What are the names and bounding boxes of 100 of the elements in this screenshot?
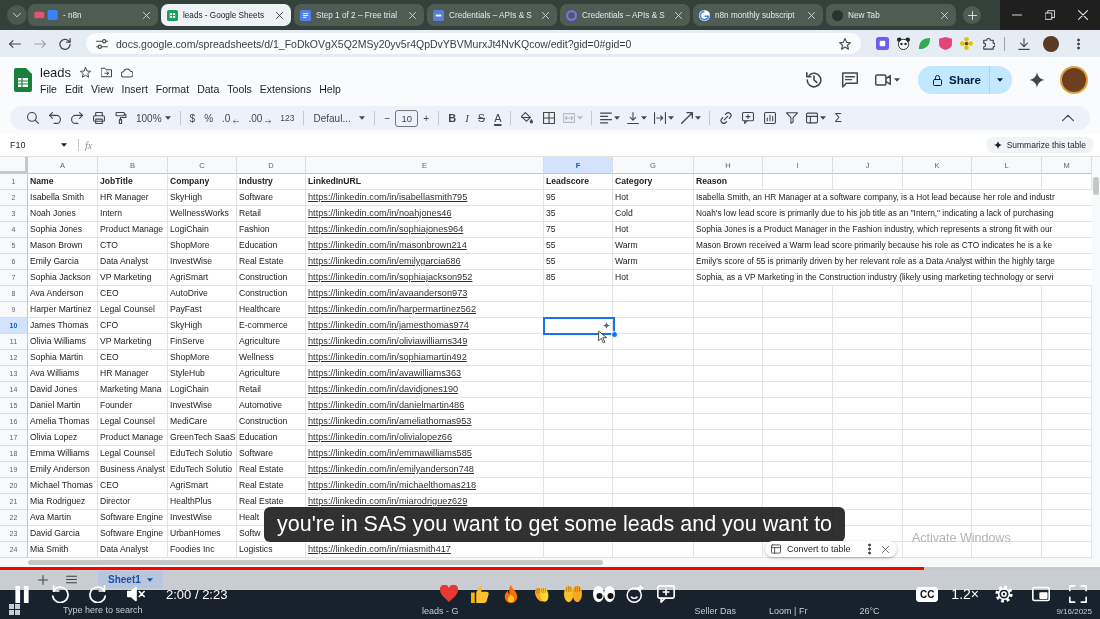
- profile-link[interactable]: https://linkedin.com/in/avawilliams363: [308, 368, 462, 378]
- folder-icon: [100, 67, 112, 78]
- decrease-font-size-button[interactable]: −: [380, 107, 395, 129]
- shield-icon[interactable]: [939, 37, 952, 50]
- taskbar-item[interactable]: Loom | Fr: [769, 606, 808, 616]
- column-title: Industry: [239, 175, 273, 188]
- browser-tab[interactable]: Step 1 of 2 – Free trial: [294, 4, 424, 26]
- number-format-button[interactable]: 123: [276, 107, 299, 129]
- profile-link[interactable]: https://linkedin.com/in/oliviawilliams349: [308, 336, 468, 346]
- profile-link[interactable]: https://linkedin.com/in/masonbrown214: [308, 240, 467, 250]
- move-button[interactable]: [99, 65, 114, 80]
- close-tab-button[interactable]: [805, 9, 817, 21]
- menu-item[interactable]: View: [87, 83, 118, 95]
- flower-icon[interactable]: [960, 37, 973, 50]
- taskbar-item[interactable]: leads - G: [422, 606, 459, 616]
- convert-to-table-button[interactable]: Convert to table: [787, 544, 859, 554]
- taskbar-item[interactable]: Seller Das: [694, 606, 737, 616]
- document-title[interactable]: leads: [40, 65, 72, 80]
- profile-link[interactable]: https://linkedin.com/in/sophiajackson952: [308, 272, 473, 282]
- close-tab-button[interactable]: [406, 9, 418, 21]
- column-title: Name: [30, 175, 54, 188]
- rewind-icon: [51, 585, 69, 603]
- menu-item[interactable]: Edit: [60, 83, 87, 95]
- profile-link[interactable]: https://linkedin.com/in/emilygarcia686: [308, 256, 461, 266]
- increase-decimals-button[interactable]: .00: [244, 107, 276, 129]
- percent-button[interactable]: %: [200, 107, 218, 129]
- browser-tab[interactable]: Credentials – APIs & S: [427, 4, 557, 26]
- close-tab-button[interactable]: [539, 9, 551, 21]
- profile-link[interactable]: https://linkedin.com/in/emmawilliams585: [308, 448, 472, 458]
- reaction-button[interactable]: [592, 583, 617, 605]
- vertical-scrollbar[interactable]: [1092, 157, 1100, 558]
- decrease-decimals-button[interactable]: .0: [218, 107, 244, 129]
- scrollbar-thumb[interactable]: [1093, 177, 1099, 195]
- strikethrough-button[interactable]: S: [473, 107, 490, 129]
- profile-link[interactable]: https://linkedin.com/in/sophiajones964: [308, 224, 464, 234]
- settings-button[interactable]: [992, 583, 1016, 605]
- windows-icon: [9, 604, 20, 615]
- bold-button[interactable]: B: [444, 107, 461, 129]
- font-size-field[interactable]: 10: [395, 109, 419, 127]
- profile-link[interactable]: https://linkedin.com/in/miarodriguez629: [308, 496, 468, 506]
- leaf-icon[interactable]: [918, 37, 931, 50]
- profile-link[interactable]: https://linkedin.com/in/emilyanderson748: [308, 464, 474, 474]
- menu-item[interactable]: File: [36, 83, 61, 95]
- close-tab-button[interactable]: [938, 9, 950, 21]
- scrollbar-thumb[interactable]: [28, 560, 603, 565]
- avatar-icon[interactable]: [1062, 68, 1086, 92]
- name-box[interactable]: F10: [6, 136, 72, 154]
- close-button[interactable]: [880, 543, 891, 555]
- profile-link[interactable]: https://linkedin.com/in/michaelthomas218: [308, 480, 476, 490]
- bear-icon[interactable]: [897, 37, 910, 50]
- sheet-tab[interactable]: Sheet1: [98, 571, 163, 588]
- menu-item[interactable]: Help: [315, 83, 345, 95]
- taskbar-search-field[interactable]: Type here to search: [61, 604, 235, 616]
- text-color-button[interactable]: A: [490, 107, 506, 129]
- close-tab-button[interactable]: [672, 9, 684, 21]
- browser-tab[interactable]: Credentials – APIs & S: [560, 4, 690, 26]
- share-button[interactable]: Share: [918, 66, 989, 94]
- menu-item[interactable]: Data: [193, 83, 224, 95]
- avatar-icon[interactable]: [1043, 35, 1059, 52]
- profile-link[interactable]: https://linkedin.com/in/isabellasmith795: [308, 192, 468, 202]
- profile-link[interactable]: https://linkedin.com/in/ameliathomas953: [308, 416, 472, 426]
- profile-link[interactable]: https://linkedin.com/in/sophiamartin492: [308, 352, 467, 362]
- browser-tab[interactable]: leads - Google Sheets: [161, 4, 291, 26]
- menu-item[interactable]: Insert: [117, 83, 152, 95]
- font-dropdown[interactable]: Defaul...: [309, 107, 370, 129]
- playback-speed-button[interactable]: 1.2×: [951, 586, 979, 602]
- address-bar[interactable]: docs.google.com/spreadsheets/d/1_FoDkOVgX5Q2MSy20yv5r4QpDvYBVMurxJt4NvKQcow/edit?gid=0#gid=0: [86, 33, 861, 54]
- cloud-status-button[interactable]: [120, 65, 135, 80]
- browser-tab[interactable]: n8n monthly subscript: [693, 4, 823, 26]
- summarize-button[interactable]: Summarize this table: [985, 137, 1094, 153]
- browser-tab[interactable]: - n8n: [28, 4, 158, 26]
- profile-link[interactable]: https://linkedin.com/in/harpermartinez562: [308, 304, 476, 314]
- zoom-dropdown[interactable]: 100%: [132, 107, 175, 129]
- browser-tab[interactable]: New Tab: [826, 4, 956, 26]
- currency-button[interactable]: $: [185, 107, 200, 129]
- profile-link[interactable]: https://linkedin.com/in/jamesthomas974: [308, 320, 469, 330]
- functions-button[interactable]: Σ: [830, 107, 846, 129]
- horizontal-scrollbar[interactable]: [0, 558, 1100, 567]
- menu-item[interactable]: Tools: [223, 83, 256, 95]
- menu-item[interactable]: Format: [151, 83, 194, 95]
- spreadsheet-logo[interactable]: [14, 68, 32, 92]
- new-tab-button[interactable]: [963, 6, 981, 24]
- profile-link[interactable]: https://linkedin.com/in/danielmartin486: [308, 400, 465, 410]
- close-tab-button[interactable]: [140, 9, 152, 21]
- menu-item[interactable]: Extensions: [255, 83, 316, 95]
- star-button[interactable]: [78, 65, 93, 80]
- close-tab-button[interactable]: [273, 9, 285, 21]
- table-cell-text: Data Analyst: [100, 255, 149, 268]
- progress-track[interactable]: [0, 567, 1100, 570]
- table-cell-text: Retail: [239, 207, 261, 220]
- square-icon[interactable]: [876, 37, 889, 50]
- increase-font-size-button[interactable]: +: [419, 107, 434, 129]
- profile-link[interactable]: https://linkedin.com/in/davidjones190: [308, 384, 459, 394]
- fullscreen-button[interactable]: [1066, 583, 1090, 605]
- profile-link[interactable]: https://linkedin.com/in/miasmith417: [308, 544, 451, 554]
- profile-link[interactable]: https://linkedin.com/in/noahjones46: [308, 208, 452, 218]
- profile-link[interactable]: https://linkedin.com/in/avaanderson973: [308, 288, 468, 298]
- italic-button[interactable]: I: [461, 107, 473, 129]
- profile-link[interactable]: https://linkedin.com/in/olivialopez66: [308, 432, 453, 442]
- fill-handle[interactable]: [611, 331, 618, 338]
